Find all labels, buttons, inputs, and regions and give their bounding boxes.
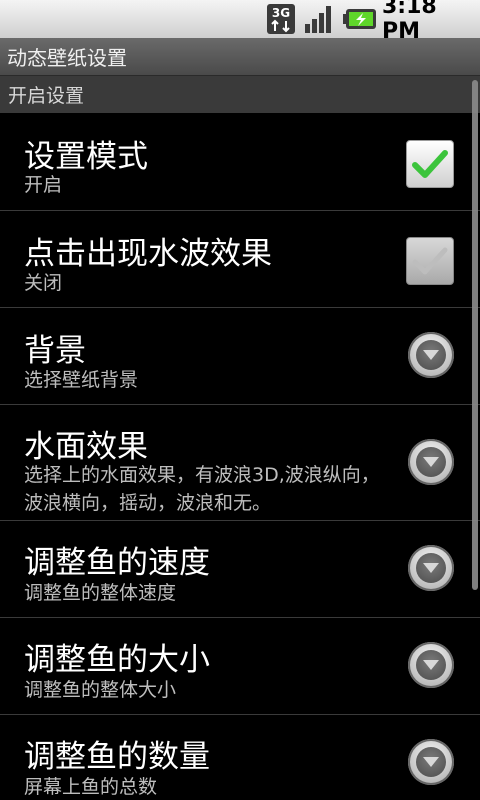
battery-charging-icon (342, 0, 378, 38)
pref-summary: 关闭 (24, 272, 63, 294)
status-bar: 3G 3:18 PM (0, 0, 480, 44)
title-bar: 动态壁纸设置 (0, 38, 480, 76)
pref-title: 调整鱼的数量 (24, 739, 210, 775)
pref-summary: 屏幕上鱼的总数 (24, 776, 158, 798)
pref-title: 背景 (24, 333, 86, 369)
fish-size-dropdown-button[interactable] (408, 642, 454, 688)
3g-data-icon: 3G (265, 0, 297, 38)
pref-summary: 调整鱼的整体速度 (24, 582, 177, 604)
checkmark-icon (412, 150, 448, 178)
pref-summary: 选择壁纸背景 (24, 369, 139, 391)
signal-strength-icon (303, 0, 337, 38)
pref-title: 点击出现水波效果 (24, 236, 272, 272)
setting-mode-checkbox[interactable] (406, 140, 454, 188)
tap-ripple-checkbox[interactable] (406, 237, 454, 285)
pref-tap-ripple[interactable]: 点击出现水波效果 关闭 (0, 211, 480, 308)
network-label: 3G (272, 6, 290, 20)
pref-setting-mode[interactable]: 设置模式 开启 (0, 113, 480, 211)
water-effect-dropdown-button[interactable] (408, 439, 454, 485)
pref-title: 水面效果 (24, 429, 148, 465)
chevron-down-icon (423, 757, 439, 767)
scrollbar[interactable] (472, 80, 478, 590)
category-label: 开启设置 (8, 85, 85, 107)
page-title: 动态壁纸设置 (7, 46, 127, 70)
pref-summary: 调整鱼的整体大小 (24, 679, 177, 701)
preference-list[interactable]: 设置模式 开启 点击出现水波效果 关闭 背景 选择壁纸背景 水面效果 选择上的水… (0, 113, 480, 800)
pref-background[interactable]: 背景 选择壁纸背景 (0, 308, 480, 405)
pref-fish-speed[interactable]: 调整鱼的速度 调整鱼的整体速度 (0, 521, 480, 618)
pref-title: 调整鱼的大小 (24, 642, 210, 678)
pref-summary: 开启 (24, 174, 63, 196)
checkmark-icon (412, 247, 448, 275)
pref-fish-count[interactable]: 调整鱼的数量 屏幕上鱼的总数 (0, 715, 480, 800)
pref-title: 设置模式 (24, 139, 148, 175)
pref-fish-size[interactable]: 调整鱼的大小 调整鱼的整体大小 (0, 618, 480, 715)
chevron-down-icon (423, 457, 439, 467)
chevron-down-icon (423, 350, 439, 360)
fish-count-dropdown-button[interactable] (408, 739, 454, 785)
category-header: 开启设置 (0, 76, 480, 113)
pref-summary: 选择上的水面效果，有波浪3D,波浪纵向，波浪横向，摇动，波浪和无。 (24, 464, 380, 514)
status-time: 3:18 PM (382, 0, 437, 44)
pref-water-effect[interactable]: 水面效果 选择上的水面效果，有波浪3D,波浪纵向，波浪横向，摇动，波浪和无。 (0, 405, 480, 521)
chevron-down-icon (423, 660, 439, 670)
fish-speed-dropdown-button[interactable] (408, 545, 454, 591)
chevron-down-icon (423, 563, 439, 573)
pref-title: 调整鱼的速度 (24, 545, 210, 581)
background-dropdown-button[interactable] (408, 332, 454, 378)
